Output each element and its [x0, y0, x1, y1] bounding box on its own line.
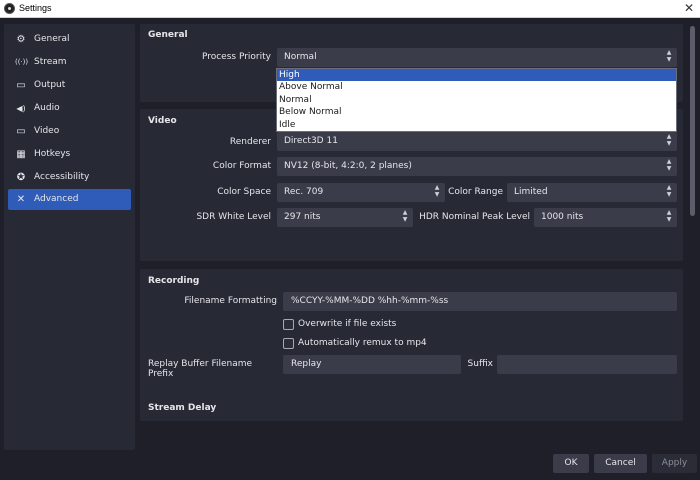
sidebar-item-video[interactable]: ▭ Video — [8, 121, 131, 142]
dropdown-option-above-normal[interactable]: Above Normal — [277, 81, 676, 93]
gear-icon: ⚙ — [16, 34, 26, 45]
process-priority-label: Process Priority — [201, 52, 271, 62]
sidebar-item-label: General — [34, 34, 70, 44]
sidebar-item-accessibility[interactable]: ✪ Accessibility — [8, 167, 131, 188]
spinner-arrows-icon[interactable]: ▲ ▼ — [400, 209, 410, 226]
sidebar-item-label: Hotkeys — [34, 149, 71, 159]
sidebar-item-advanced[interactable]: ✕ Advanced — [8, 189, 131, 210]
apply-button[interactable]: Apply — [652, 454, 697, 473]
close-icon[interactable]: ✕ — [684, 1, 694, 15]
remux-checkbox[interactable] — [283, 338, 294, 349]
keyboard-icon: ▦ — [16, 149, 26, 160]
color-range-label: Color Range — [448, 187, 503, 197]
settings-sidebar: ⚙ General ((·)) Stream ▭ Output ◀) Audio… — [4, 24, 135, 450]
antenna-icon: ((·)) — [15, 58, 29, 66]
obs-logo-icon — [4, 3, 15, 14]
filename-formatting-label: Filename Formatting — [184, 296, 277, 306]
dropdown-option-high[interactable]: High — [277, 69, 676, 81]
title-bar: Settings ✕ — [0, 0, 700, 18]
chevron-up-down-icon: ▲ ▼ — [666, 158, 672, 172]
chevron-up-down-icon: ▲ ▼ — [666, 184, 672, 198]
dropdown-option-normal[interactable]: Normal — [277, 94, 676, 106]
hdr-peak-level-label: HDR Nominal Peak Level — [419, 212, 530, 222]
hdr-peak-level-spinbox[interactable]: 1000 nits ▲ ▼ — [534, 208, 677, 227]
output-icon: ▭ — [16, 80, 26, 91]
sidebar-item-hotkeys[interactable]: ▦ Hotkeys — [8, 144, 131, 165]
cancel-button[interactable]: Cancel — [594, 454, 647, 473]
replay-prefix-input[interactable]: Replay — [283, 355, 461, 374]
dropdown-option-below-normal[interactable]: Below Normal — [277, 106, 676, 118]
remux-label[interactable]: Automatically remux to mp4 — [298, 338, 427, 348]
accessibility-icon: ✪ — [16, 172, 26, 183]
color-space-select[interactable]: Rec. 709 ▲ ▼ — [277, 183, 445, 202]
sidebar-item-label: Advanced — [34, 194, 79, 204]
section-title: Video — [148, 116, 177, 126]
color-format-select[interactable]: NV12 (8-bit, 4:2:0, 2 planes) ▲ ▼ — [277, 157, 677, 176]
content-scrollbar[interactable] — [689, 24, 697, 450]
overwrite-label[interactable]: Overwrite if file exists — [298, 319, 396, 329]
overwrite-checkbox[interactable] — [283, 319, 294, 330]
section-title: Stream Delay — [148, 403, 217, 413]
sdr-white-level-spinbox[interactable]: 297 nits ▲ ▼ — [277, 208, 413, 227]
sidebar-item-label: Stream — [34, 57, 67, 67]
section-title: General — [148, 30, 188, 40]
section-title: Recording — [148, 276, 200, 286]
color-format-label: Color Format — [212, 161, 271, 171]
sidebar-item-label: Audio — [34, 103, 60, 113]
recording-section: Recording Filename Formatting %CCYY-%MM-… — [140, 269, 683, 405]
color-space-label: Color Space — [217, 187, 271, 197]
sidebar-item-label: Accessibility — [34, 172, 90, 182]
dropdown-option-idle[interactable]: Idle — [277, 119, 676, 131]
monitor-icon: ▭ — [16, 126, 26, 137]
stream-delay-section: Stream Delay — [140, 395, 683, 421]
window-title: Settings — [19, 3, 52, 13]
scrollbar-thumb[interactable] — [690, 26, 695, 216]
filename-formatting-input[interactable]: %CCYY-%MM-%DD %hh-%mm-%ss — [283, 292, 677, 311]
speaker-icon: ◀) — [16, 104, 26, 113]
renderer-label: Renderer — [229, 137, 271, 147]
sdr-white-level-label: SDR White Level — [196, 212, 271, 222]
chevron-up-down-icon: ▲ ▼ — [666, 49, 672, 63]
process-priority-select[interactable]: Normal ▲ ▼ — [277, 48, 677, 67]
suffix-label: Suffix — [467, 359, 493, 369]
sidebar-item-output[interactable]: ▭ Output — [8, 75, 131, 96]
process-priority-dropdown: High Above Normal Normal Below Normal Id… — [276, 68, 677, 132]
color-range-select[interactable]: Limited ▲ ▼ — [507, 183, 677, 202]
suffix-input[interactable] — [497, 355, 677, 374]
spinner-arrows-icon[interactable]: ▲ ▼ — [664, 209, 674, 226]
replay-prefix-label: Replay Buffer Filename Prefix — [148, 359, 253, 379]
sidebar-item-audio[interactable]: ◀) Audio — [8, 98, 131, 119]
renderer-select[interactable]: Direct3D 11 ▲ ▼ — [277, 132, 677, 151]
sidebar-item-general[interactable]: ⚙ General — [8, 29, 131, 50]
sidebar-item-label: Output — [34, 80, 66, 90]
wrench-icon: ✕ — [16, 194, 26, 205]
sidebar-item-stream[interactable]: ((·)) Stream — [8, 52, 131, 73]
sidebar-item-label: Video — [34, 126, 60, 136]
chevron-up-down-icon: ▲ ▼ — [666, 133, 672, 147]
settings-content: General Process Priority Normal ▲ ▼ Video… — [140, 24, 686, 450]
ok-button[interactable]: OK — [553, 454, 589, 473]
